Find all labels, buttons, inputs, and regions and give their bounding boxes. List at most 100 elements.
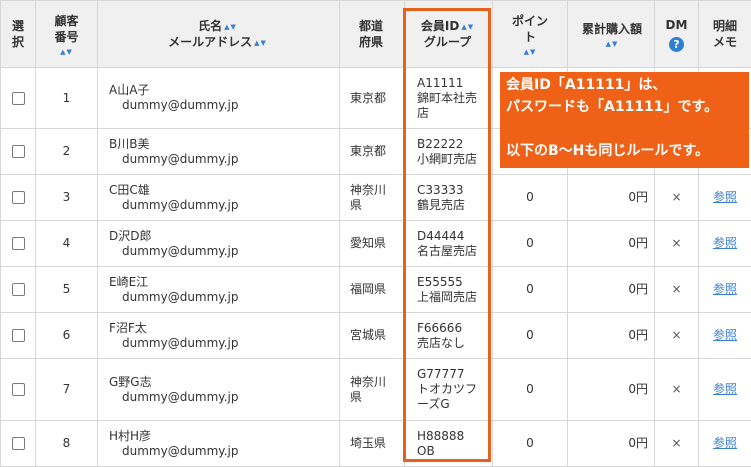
prefecture-cell: 東京都 (339, 67, 405, 129)
memo-cell: 参照 (698, 266, 751, 313)
member-id: A11111 (417, 75, 464, 90)
callout-line-2: パスワードも「A11111」です。 (506, 99, 719, 115)
memo-link[interactable]: 参照 (713, 236, 737, 250)
member-id-cell: F66666 売店なし (404, 312, 493, 359)
member-id: D44444 (417, 228, 465, 243)
table-row: 8 H村H彦 dummy@dummy.jp 埼玉県 H88888 OB 0 0円 × 参照 (0, 420, 751, 467)
header-customer-no: 顧客 番号 ▲▼ (35, 0, 98, 68)
customer-email: dummy@dummy.jp (122, 98, 239, 112)
memo-link[interactable]: 参照 (713, 328, 737, 342)
total-cell: 0円 (567, 220, 655, 267)
total-cell: 0円 (567, 420, 655, 467)
row-checkbox[interactable] (11, 145, 25, 158)
header-dm: DM ? (654, 0, 699, 68)
member-id: E55555 (417, 274, 463, 289)
row-select-cell (0, 358, 36, 421)
row-select-cell (0, 174, 36, 221)
row-checkbox[interactable] (11, 437, 25, 450)
header-memo: 明細 メモ (698, 0, 751, 68)
customer-email: dummy@dummy.jp (122, 289, 239, 304)
help-icon[interactable]: ? (669, 36, 684, 52)
header-member-id: 会員ID ▲▼ グループ (404, 0, 493, 68)
callout-line-1: 会員ID「A11111」は、 (506, 77, 667, 93)
memo-cell: 参照 (698, 420, 751, 467)
header-row: 選 択 顧客 番号 ▲▼ 氏名 ▲▼ メールアドレス ▲▼ 都道 府県 会員ID ▲▼… (0, 0, 751, 68)
customer-email: dummy@dummy.jp (122, 443, 239, 458)
sort-name-icon[interactable]: ▲▼ (224, 23, 237, 31)
customer-no-cell: 2 (35, 128, 98, 175)
prefecture-cell: 埼玉県 (339, 420, 405, 467)
name-email-cell: F沼F太 dummy@dummy.jp (97, 312, 340, 359)
member-group: OB (417, 443, 435, 458)
points-cell: 0 (492, 420, 568, 467)
member-id-cell: C33333 鶴見売店 (404, 174, 493, 221)
header-prefecture: 都道 府県 (339, 0, 405, 68)
customer-table: 選 択 顧客 番号 ▲▼ 氏名 ▲▼ メールアドレス ▲▼ 都道 府県 会員ID ▲▼… (0, 0, 751, 467)
customer-email: dummy@dummy.jp (122, 389, 239, 404)
member-group: 上福岡売店 (417, 289, 478, 304)
member-group: 鶴見売店 (417, 197, 466, 212)
customer-email: dummy@dummy.jp (122, 335, 239, 350)
dm-cell: × (654, 220, 699, 267)
customer-name: B川B美 (109, 136, 150, 151)
row-select-cell (0, 266, 36, 313)
member-id: B22222 (417, 136, 464, 151)
sort-member-id-icon[interactable]: ▲▼ (461, 23, 474, 31)
customer-no-cell: 5 (35, 266, 98, 313)
member-group: トオカツフ ーズG (417, 382, 478, 411)
name-email-cell: G野G志 dummy@dummy.jp (97, 358, 340, 421)
table-row: 4 D沢D郎 dummy@dummy.jp 愛知県 D44444 名古屋売店 0 0円 × 参照 (0, 220, 751, 267)
memo-link[interactable]: 参照 (713, 382, 737, 396)
points-cell: 0 (492, 312, 568, 359)
customer-name: E崎E江 (109, 274, 149, 289)
header-select: 選 択 (0, 0, 36, 68)
customer-name: H村H彦 (109, 428, 152, 443)
customer-no-cell: 7 (35, 358, 98, 421)
row-checkbox[interactable] (11, 329, 25, 342)
row-select-cell (0, 67, 36, 129)
member-id-cell: A11111 錦町本社売 店 (404, 67, 493, 129)
member-id-cell: E55555 上福岡売店 (404, 266, 493, 313)
row-checkbox[interactable] (11, 383, 25, 396)
sort-points-icon[interactable]: ▲▼ (495, 48, 565, 56)
header-name-email: 氏名 ▲▼ メールアドレス ▲▼ (97, 0, 340, 68)
member-group: 売店なし (417, 335, 466, 350)
customer-name: D沢D郎 (109, 228, 152, 243)
row-checkbox[interactable] (11, 283, 25, 296)
member-id-cell: B22222 小網町売店 (404, 128, 493, 175)
row-checkbox[interactable] (11, 191, 25, 204)
customer-email: dummy@dummy.jp (122, 197, 239, 212)
member-group: 名古屋売店 (417, 243, 478, 258)
table-row: 3 C田C雄 dummy@dummy.jp 神奈川 県 C33333 鶴見売店 0 0円 × 参照 (0, 174, 751, 221)
points-cell: 0 (492, 358, 568, 421)
total-cell: 0円 (567, 358, 655, 421)
memo-link[interactable]: 参照 (713, 282, 737, 296)
name-email-cell: E崎E江 dummy@dummy.jp (97, 266, 340, 313)
table-row: 7 G野G志 dummy@dummy.jp 神奈川 県 G77777 トオカツフ ーズG 0… (0, 358, 751, 421)
sort-total-icon[interactable]: ▲▼ (570, 40, 654, 48)
row-checkbox[interactable] (11, 91, 25, 105)
prefecture-cell: 宮城県 (339, 312, 405, 359)
memo-link[interactable]: 参照 (713, 190, 737, 204)
customer-name: C田C雄 (109, 182, 150, 197)
dm-cell: × (654, 312, 699, 359)
points-cell: 0 (492, 266, 568, 313)
memo-cell: 参照 (698, 174, 751, 221)
prefecture-cell: 神奈川 県 (339, 358, 405, 421)
member-id: H88888 (417, 428, 465, 443)
table-row: 6 F沼F太 dummy@dummy.jp 宮城県 F66666 売店なし 0 0円 × 参照 (0, 312, 751, 359)
total-cell: 0円 (567, 174, 655, 221)
sort-customer-no-icon[interactable]: ▲▼ (38, 48, 95, 56)
header-total: 累計購入額 ▲▼ (567, 0, 655, 68)
customer-no-cell: 8 (35, 420, 98, 467)
row-select-cell (0, 312, 36, 359)
row-checkbox[interactable] (11, 237, 25, 250)
dm-cell: × (654, 358, 699, 421)
dm-cell: × (654, 420, 699, 467)
name-email-cell: B川B美 dummy@dummy.jp (97, 128, 340, 175)
customer-name: A山A子 (109, 83, 150, 97)
sort-email-icon[interactable]: ▲▼ (254, 39, 267, 47)
customer-email: dummy@dummy.jp (122, 243, 239, 258)
name-email-cell: H村H彦 dummy@dummy.jp (97, 420, 340, 467)
memo-link[interactable]: 参照 (713, 436, 737, 450)
